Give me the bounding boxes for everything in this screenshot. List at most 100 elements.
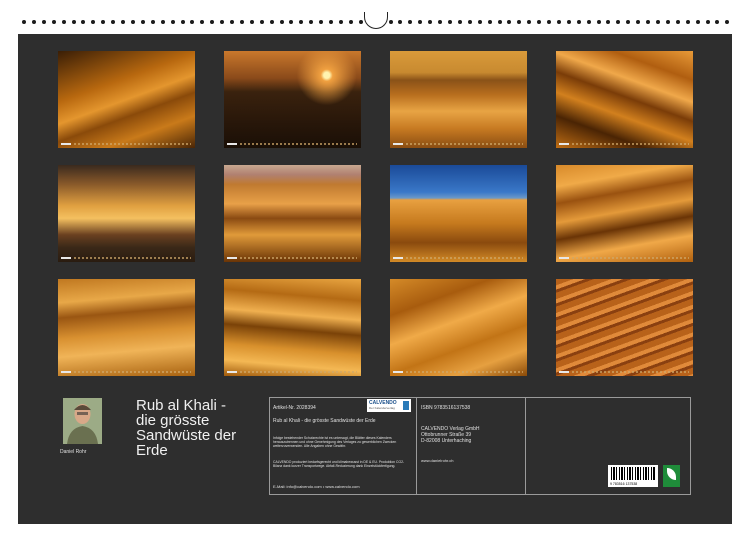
binding-hole xyxy=(636,20,641,24)
binding-hole xyxy=(22,20,26,24)
binding-hole xyxy=(190,20,195,24)
binding-hole xyxy=(121,20,126,24)
author-website: www.danielrohr.ch xyxy=(421,458,454,463)
binding-hole xyxy=(428,20,433,24)
binding-hole xyxy=(329,20,334,24)
leaf-icon xyxy=(667,468,676,480)
binding-hole xyxy=(91,20,96,24)
binding-hole xyxy=(398,20,403,24)
binding-hole xyxy=(61,20,66,24)
binding-hole xyxy=(71,20,76,24)
binding-hole xyxy=(279,20,284,24)
binding-hole xyxy=(705,20,710,24)
binding-hole xyxy=(239,20,244,24)
hanger-hook xyxy=(364,12,388,29)
binding-hole xyxy=(41,20,46,24)
binding-hole xyxy=(418,20,423,24)
binding-hole xyxy=(140,20,145,24)
binding-hole xyxy=(477,20,482,24)
binding-hole xyxy=(200,20,205,24)
binding-hole xyxy=(596,20,601,24)
binding-hole xyxy=(606,20,611,24)
info-subtitle: Rub al Khali - die grösste Sandwüste der… xyxy=(273,418,376,424)
barcode: 9 783516 137538 xyxy=(608,465,658,487)
article-number: Artikel-Nr. 2028394 xyxy=(273,405,316,411)
photo-3 xyxy=(390,51,527,148)
binding-hole xyxy=(259,20,264,24)
binding-hole xyxy=(675,20,680,24)
binding-hole xyxy=(646,20,651,24)
author-name: Daniel Rohr xyxy=(60,449,87,455)
photo-11 xyxy=(390,279,527,376)
calendar-binding xyxy=(0,0,750,34)
photo-2 xyxy=(224,51,361,148)
binding-hole xyxy=(289,20,294,24)
contact-line: E-Mail: info@calvendo.com • www.calvendo… xyxy=(273,484,360,489)
binding-hole xyxy=(210,20,215,24)
photo-8 xyxy=(556,165,693,262)
binding-hole xyxy=(348,20,353,24)
binding-hole xyxy=(31,20,36,24)
binding-hole xyxy=(230,20,235,24)
binding-hole xyxy=(358,20,363,24)
binding-hole xyxy=(656,20,660,24)
production-notice: CALVENDO produziert bedarfsgerecht und k… xyxy=(273,460,405,469)
isbn: ISBN 9783516137538 xyxy=(421,405,471,411)
binding-hole xyxy=(408,20,413,24)
author-portrait xyxy=(63,398,102,444)
binding-hole xyxy=(507,20,512,24)
binding-hole xyxy=(438,20,443,24)
calendar-title: Rub al Khali - die grösste Sandwüste der… xyxy=(136,397,237,459)
binding-hole xyxy=(725,20,730,24)
binding-hole xyxy=(715,20,720,24)
binding-hole xyxy=(51,20,56,24)
calvendo-logo: CALVENDO Der Kalenderverlag xyxy=(367,399,411,412)
binding-hole xyxy=(249,20,254,24)
binding-hole xyxy=(517,20,522,24)
binding-hole xyxy=(220,20,225,24)
binding-hole xyxy=(81,20,86,24)
binding-hole xyxy=(497,20,502,24)
photo-7 xyxy=(390,165,527,262)
binding-hole xyxy=(576,20,581,24)
binding-hole xyxy=(447,20,452,24)
binding-hole xyxy=(556,20,561,24)
copyright-notice: Infolge bestehender Schutzrechte ist es … xyxy=(273,436,397,449)
binding-hole xyxy=(180,20,185,24)
binding-hole xyxy=(170,20,175,24)
binding-hole xyxy=(527,20,532,24)
info-box-middle xyxy=(416,397,526,495)
binding-hole xyxy=(111,20,116,24)
binding-hole xyxy=(457,20,462,24)
binding-hole xyxy=(586,20,591,24)
photo-5 xyxy=(58,165,195,262)
publisher-city: D-82008 Unterhaching xyxy=(421,438,472,444)
binding-hole xyxy=(467,20,472,24)
binding-hole xyxy=(626,20,631,24)
binding-hole xyxy=(319,20,324,24)
binding-hole xyxy=(388,20,393,24)
binding-hole xyxy=(309,20,314,24)
binding-hole xyxy=(616,20,621,24)
eco-badge xyxy=(663,465,680,487)
binding-hole xyxy=(269,20,274,24)
binding-hole xyxy=(150,20,155,24)
photo-10 xyxy=(224,279,361,376)
binding-hole xyxy=(339,20,343,24)
binding-hole xyxy=(685,20,690,24)
photo-9 xyxy=(58,279,195,376)
photo-6 xyxy=(224,165,361,262)
binding-hole xyxy=(130,20,135,24)
binding-hole xyxy=(299,20,304,24)
binding-hole xyxy=(101,20,106,24)
binding-hole xyxy=(160,20,165,24)
photo-12 xyxy=(556,279,693,376)
photo-1 xyxy=(58,51,195,148)
binding-hole xyxy=(547,20,552,24)
binding-hole xyxy=(487,20,492,24)
photo-4 xyxy=(556,51,693,148)
binding-hole xyxy=(566,20,571,24)
binding-hole xyxy=(695,20,700,24)
binding-hole xyxy=(537,20,542,24)
binding-hole xyxy=(665,20,670,24)
